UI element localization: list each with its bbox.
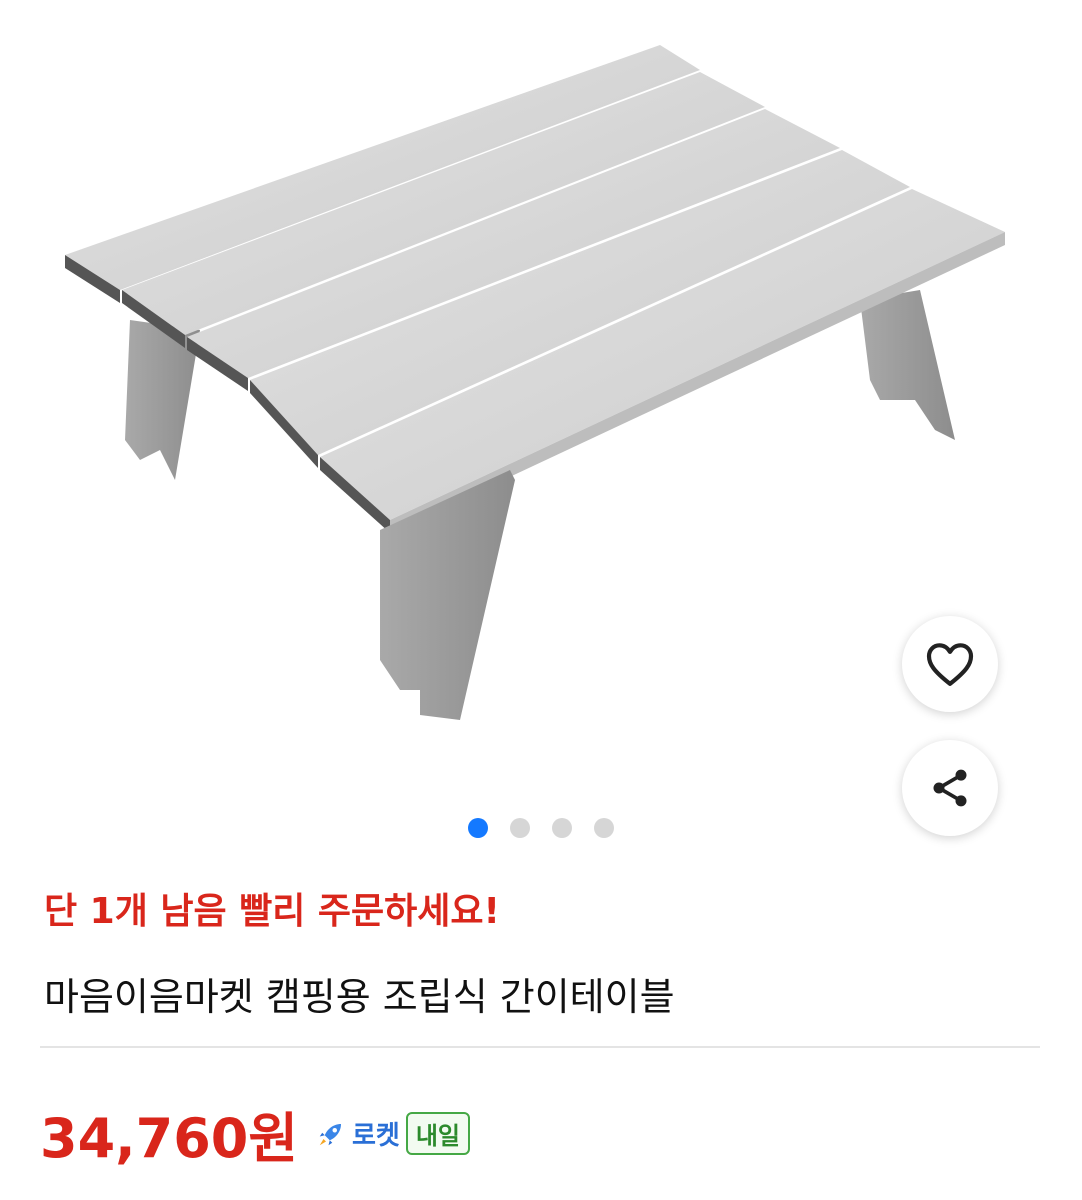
rocket-label: 로켓 xyxy=(352,1121,400,1151)
delivery-tomorrow-badge: 내일 xyxy=(405,1112,471,1155)
carousel-indicator xyxy=(468,818,614,838)
product-image[interactable] xyxy=(0,0,1082,860)
share-button[interactable] xyxy=(902,740,998,836)
rocket-delivery-badge: 로켓 내일 xyxy=(316,1112,471,1155)
heart-icon xyxy=(926,643,974,686)
table-illustration xyxy=(65,45,1005,720)
favorite-button[interactable] xyxy=(902,616,998,712)
carousel-dot-1[interactable] xyxy=(468,818,488,838)
product-price: 34,760원 xyxy=(40,1107,299,1170)
share-icon xyxy=(933,769,967,807)
carousel-dot-2[interactable] xyxy=(510,818,530,838)
carousel-dot-3[interactable] xyxy=(552,818,572,838)
carousel-dot-4[interactable] xyxy=(594,818,614,838)
rocket-icon xyxy=(319,1123,341,1145)
product-title: 마음이음마켓 캠핑용 조립식 간이테이블 xyxy=(44,975,675,1019)
stock-alert: 단 1개 남음 빨리 주문하세요! xyxy=(44,891,500,932)
divider xyxy=(40,1046,1040,1048)
